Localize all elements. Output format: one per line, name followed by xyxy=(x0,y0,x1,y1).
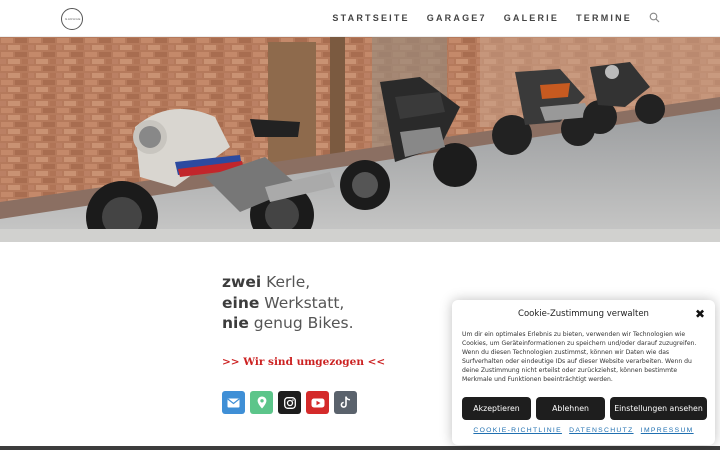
tagline-line-1: zwei Kerle, xyxy=(222,272,354,293)
cookie-title: Cookie-Zustimmung verwalten xyxy=(518,309,649,319)
tagline-bold-3: nie xyxy=(222,314,249,332)
nav-item-termine[interactable]: TERMINE xyxy=(576,13,632,23)
nav-item-garage7[interactable]: GARAGE7 xyxy=(427,13,487,23)
search-icon[interactable] xyxy=(649,12,660,23)
moved-link[interactable]: >> Wir sind umgezogen << xyxy=(222,356,385,368)
hero-image xyxy=(0,37,720,242)
tagline-bold-1: zwei xyxy=(222,273,262,291)
tagline-rest-2: Werkstatt, xyxy=(259,293,345,312)
accept-button[interactable]: Akzeptieren xyxy=(462,397,531,420)
tagline: zwei Kerle, eine Werkstatt, nie genug Bi… xyxy=(222,272,354,334)
logo-text: GARAGE xyxy=(65,17,81,21)
cookie-policy-link[interactable]: COOKIE-RICHTLINIE xyxy=(473,427,562,434)
cookie-buttons: Akzeptieren Ablehnen Einstellungen anseh… xyxy=(462,397,707,420)
tagline-line-3: nie genug Bikes. xyxy=(222,313,354,334)
privacy-link[interactable]: DATENSCHUTZ xyxy=(569,427,633,434)
social-links xyxy=(222,391,357,414)
instagram-icon[interactable] xyxy=(278,391,301,414)
nav-item-galerie[interactable]: GALERIE xyxy=(504,13,559,23)
close-icon[interactable]: ✖ xyxy=(695,307,705,321)
main-nav: STARTSEITE GARAGE7 GALERIE TERMINE xyxy=(332,12,660,23)
site-logo[interactable]: GARAGE xyxy=(61,8,83,30)
site-header: GARAGE STARTSEITE GARAGE7 GALERIE TERMIN… xyxy=(0,0,720,37)
reject-button[interactable]: Ablehnen xyxy=(536,397,605,420)
cookie-consent-dialog: Cookie-Zustimmung verwalten ✖ Um dir ein… xyxy=(452,300,715,445)
map-pin-icon[interactable] xyxy=(250,391,273,414)
cookie-description: Um dir ein optimales Erlebnis zu bieten,… xyxy=(462,331,697,383)
tagline-rest-1: Kerle, xyxy=(261,273,311,291)
tagline-line-2: eine Werkstatt, xyxy=(222,293,354,314)
tagline-rest-3: genug Bikes. xyxy=(248,314,354,332)
imprint-link[interactable]: IMPRESSUM xyxy=(641,427,694,434)
tagline-bold-2: eine xyxy=(222,293,260,312)
settings-button[interactable]: Einstellungen ansehen xyxy=(610,397,707,420)
mail-icon[interactable] xyxy=(222,391,245,414)
youtube-icon[interactable] xyxy=(306,391,329,414)
cookie-links: COOKIE-RICHTLINIE DATENSCHUTZ IMPRESSUM xyxy=(452,427,715,434)
bottom-bar xyxy=(0,446,720,450)
nav-item-startseite[interactable]: STARTSEITE xyxy=(332,13,409,23)
tiktok-icon[interactable] xyxy=(334,391,357,414)
